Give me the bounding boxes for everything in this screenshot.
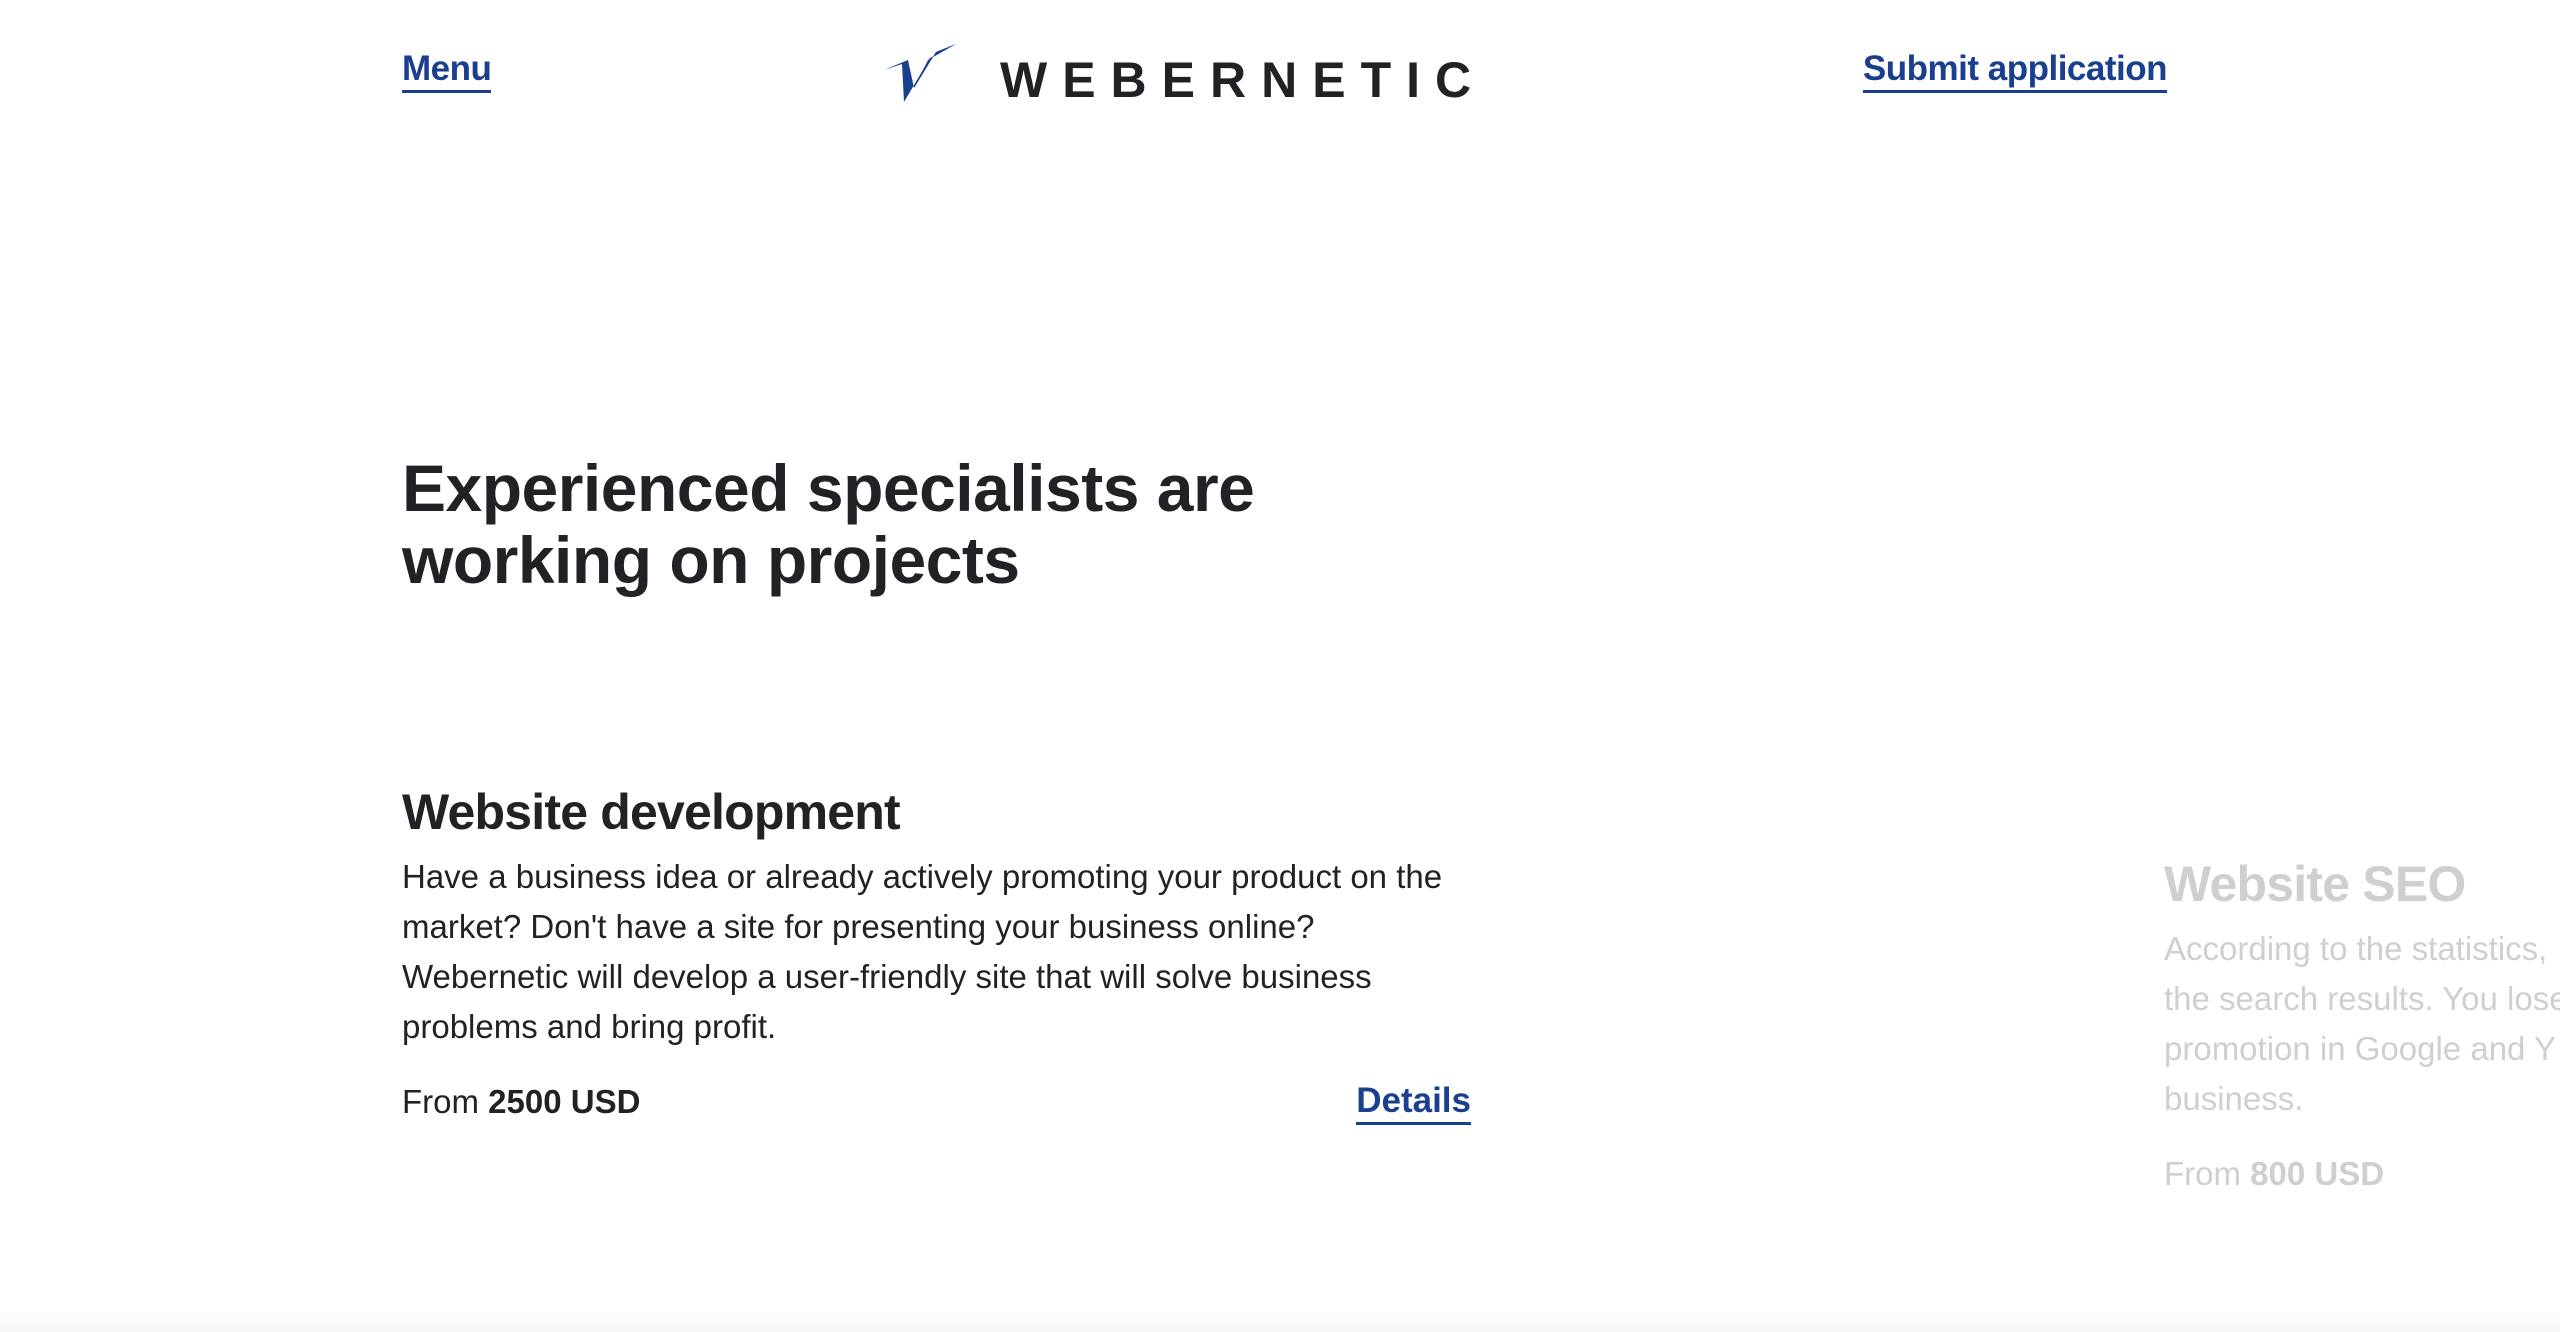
- service-card: Website development Have a business idea…: [402, 780, 1471, 1125]
- details-link[interactable]: Details: [1356, 1080, 1471, 1125]
- service-card-next[interactable]: Website SEO According to the statistics,…: [2164, 852, 2560, 1196]
- description-line: the search results. You lose: [2164, 980, 2560, 1017]
- service-price: From 800 USD: [2164, 1152, 2384, 1196]
- service-description: According to the statistics, the search …: [2164, 924, 2560, 1124]
- service-price: From 2500 USD: [402, 1080, 640, 1124]
- page: Menu WEBERNETIC Submit application Exper…: [0, 0, 2560, 1332]
- service-title: Website SEO: [2164, 856, 2466, 912]
- logo-text: WEBERNETIC: [1000, 52, 1487, 108]
- price-prefix: From: [2164, 1155, 2241, 1192]
- section-divider-shadow: [0, 1308, 2560, 1332]
- price-prefix: From: [402, 1083, 479, 1120]
- service-title: Website development: [402, 784, 901, 840]
- menu-link[interactable]: Menu: [402, 48, 492, 93]
- description-line: According to the statistics,: [2164, 930, 2548, 967]
- price-value: 800 USD: [2250, 1155, 2385, 1192]
- service-footer: From 2500 USD Details: [402, 1080, 1471, 1125]
- submit-application-link[interactable]: Submit application: [1862, 48, 2168, 93]
- hero-title: Experienced specialists are working on p…: [402, 451, 1255, 597]
- price-value: 2500 USD: [488, 1083, 641, 1120]
- bird-logo-icon: [884, 44, 956, 102]
- description-line: promotion in Google and Y: [2164, 1030, 2556, 1067]
- description-line: business.: [2164, 1080, 2304, 1117]
- service-description: Have a business idea or already actively…: [402, 858, 1443, 1045]
- service-footer: From 800 USD: [2164, 1152, 2560, 1196]
- logo[interactable]: WEBERNETIC: [884, 42, 1486, 108]
